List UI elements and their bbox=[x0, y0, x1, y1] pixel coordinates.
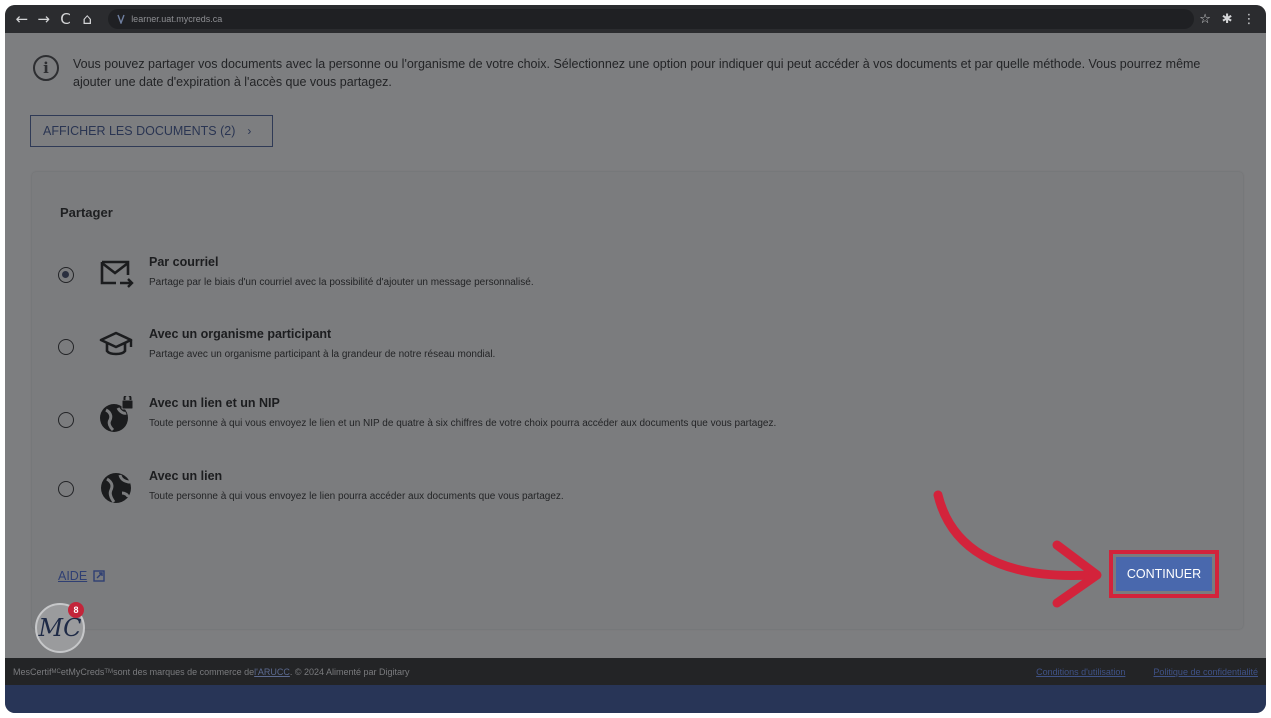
footer-links: Conditions d'utilisation Politique de co… bbox=[1008, 658, 1258, 685]
footer-text-b: . © 2024 Alimenté par Digitary bbox=[289, 666, 410, 677]
graduation-cap-icon bbox=[98, 327, 134, 363]
browser-menu-icon[interactable]: ⋮ bbox=[1238, 8, 1260, 30]
share-option-email[interactable]: Par courriel Partage par le biais d'un c… bbox=[58, 255, 1158, 305]
option-description: Partage avec un organisme participant à … bbox=[149, 349, 496, 360]
share-card: Partager Par courriel Partage par le bia… bbox=[32, 172, 1243, 629]
info-icon: i bbox=[33, 55, 59, 81]
radio-link-pin[interactable] bbox=[58, 412, 74, 428]
footer-brand-fr: MesCertif bbox=[13, 666, 52, 677]
bottom-band bbox=[5, 685, 1266, 713]
terms-link[interactable]: Conditions d'utilisation bbox=[1036, 667, 1125, 677]
privacy-link[interactable]: Politique de confidentialité bbox=[1153, 667, 1258, 677]
footer-brand-fr-mark: MC bbox=[51, 668, 61, 675]
globe-lock-icon bbox=[98, 394, 134, 432]
help-label: AIDE bbox=[58, 569, 88, 583]
back-icon[interactable]: ← bbox=[11, 8, 33, 30]
share-option-organization[interactable]: Avec un organisme participant Partage av… bbox=[58, 327, 1158, 377]
footer-text-a: sont des marques de commerce de bbox=[113, 666, 255, 677]
option-description: Toute personne à qui vous envoyez le lie… bbox=[149, 418, 777, 429]
show-documents-label: AFFICHER LES DOCUMENTS (2) bbox=[43, 124, 236, 138]
option-title: Par courriel bbox=[149, 255, 219, 269]
address-bar[interactable]: learner.uat.mycreds.ca bbox=[108, 9, 1195, 29]
share-section-title: Partager bbox=[60, 205, 113, 220]
app-window: ← → C ⌂ learner.uat.mycreds.ca ☆ ✱ ⋮ i V… bbox=[5, 5, 1266, 713]
external-link-icon bbox=[93, 570, 105, 582]
share-option-link-pin[interactable]: Avec un lien et un NIP Toute personne à … bbox=[58, 394, 1158, 446]
continue-button[interactable]: CONTINUER bbox=[1116, 557, 1212, 591]
home-icon[interactable]: ⌂ bbox=[76, 8, 98, 30]
url-text[interactable]: learner.uat.mycreds.ca bbox=[131, 14, 222, 24]
globe-icon bbox=[98, 469, 134, 505]
show-documents-button[interactable]: AFFICHER LES DOCUMENTS (2) › bbox=[30, 115, 273, 147]
notification-badge: 8 bbox=[68, 602, 84, 618]
forward-icon[interactable]: → bbox=[33, 8, 55, 30]
option-title: Avec un lien bbox=[149, 469, 223, 483]
bookmark-star-icon[interactable]: ☆ bbox=[1194, 8, 1216, 30]
footer: MesCertif MC et MyCreds TM sont des marque… bbox=[5, 658, 1266, 685]
radio-organization[interactable] bbox=[58, 339, 74, 355]
radio-email[interactable] bbox=[58, 267, 74, 283]
footer-org-link[interactable]: l'ARUCC bbox=[254, 667, 290, 677]
chevron-right-icon: › bbox=[247, 124, 252, 138]
email-send-icon bbox=[98, 255, 134, 291]
footer-brand-en-mark: TM bbox=[104, 668, 114, 675]
info-text: Vous pouvez partager vos documents avec … bbox=[73, 57, 1201, 89]
site-info-icon[interactable] bbox=[116, 14, 126, 24]
footer-brand-en: MyCreds bbox=[68, 666, 105, 677]
option-title: Avec un lien et un NIP bbox=[149, 396, 280, 410]
footer-connector: et bbox=[60, 666, 69, 677]
option-description: Partage par le biais d'un courriel avec … bbox=[149, 277, 534, 288]
option-description: Toute personne à qui vous envoyez le lie… bbox=[149, 491, 564, 502]
radio-link[interactable] bbox=[58, 481, 74, 497]
extensions-icon[interactable]: ✱ bbox=[1216, 8, 1238, 30]
help-link[interactable]: AIDE bbox=[58, 569, 105, 583]
browser-actions: ☆ ✱ ⋮ bbox=[1194, 8, 1266, 30]
browser-toolbar: ← → C ⌂ learner.uat.mycreds.ca ☆ ✱ ⋮ bbox=[5, 5, 1266, 33]
option-title: Avec un organisme participant bbox=[149, 327, 332, 341]
share-option-link[interactable]: Avec un lien Toute personne à qui vous e… bbox=[58, 469, 1158, 519]
info-message: i Vous pouvez partager vos documents ave… bbox=[33, 55, 1233, 91]
reload-icon[interactable]: C bbox=[55, 8, 77, 30]
